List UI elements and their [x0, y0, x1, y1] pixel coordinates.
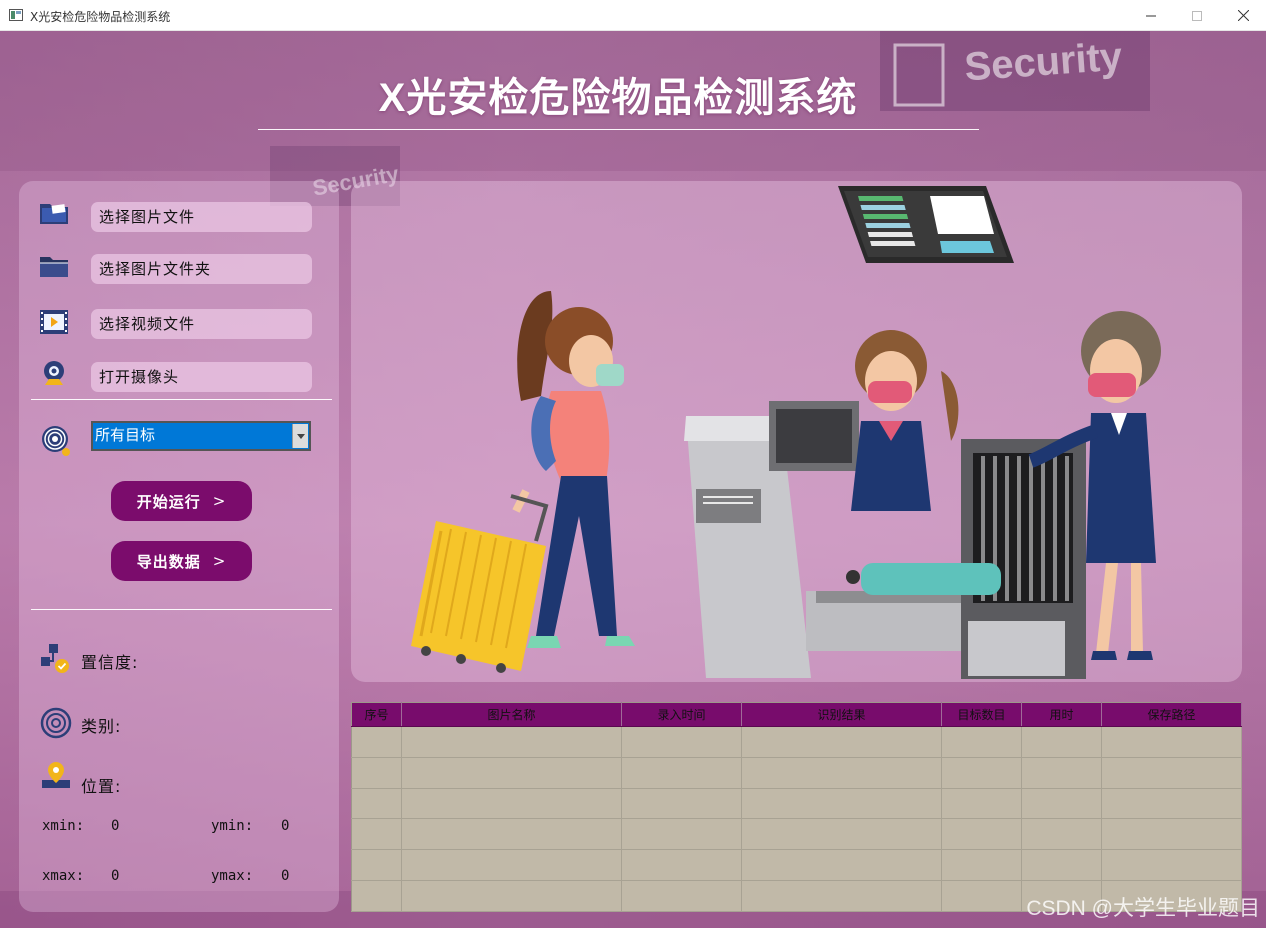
confidence-icon: [41, 644, 69, 673]
departure-board: [838, 186, 1014, 263]
category-icon: [40, 707, 72, 739]
export-data-button[interactable]: 导出数据 >: [111, 541, 252, 581]
chevron-right-icon: >: [212, 552, 227, 570]
ymin-label: ymin:: [211, 818, 254, 834]
ymax-label: ymax:: [211, 868, 254, 884]
column-header-target-count[interactable]: 目标数目: [941, 702, 1022, 727]
column-header-entry-time[interactable]: 录入时间: [621, 702, 742, 727]
window-titlebar: X光安检危险物品检测系统: [0, 0, 1266, 31]
column-header-save-path[interactable]: 保存路径: [1101, 702, 1242, 727]
start-run-button[interactable]: 开始运行 >: [111, 481, 252, 521]
category-label: 类别:: [81, 717, 122, 736]
select-folder-button[interactable]: 选择图片文件夹: [91, 254, 312, 284]
page-title: X光安检危险物品检测系统: [378, 76, 858, 120]
video-file-icon[interactable]: [39, 309, 69, 335]
close-button[interactable]: [1220, 0, 1266, 31]
position-label: 位置:: [81, 777, 122, 796]
xmin-value: 0: [111, 818, 120, 834]
location-pin-icon: [42, 762, 70, 788]
target-select-value: 所有目标: [95, 427, 156, 444]
select-image-button[interactable]: 选择图片文件: [91, 202, 312, 232]
start-run-label: 开始运行: [136, 492, 201, 511]
security-officer-1: [851, 330, 959, 511]
maximize-icon: [1192, 10, 1202, 21]
column-header-image-name[interactable]: 图片名称: [401, 702, 622, 727]
ymin-value: 0: [281, 818, 290, 834]
dropdown-arrow-icon[interactable]: [292, 424, 308, 448]
image-display-panel: [351, 181, 1242, 682]
column-header-result[interactable]: 识别结果: [741, 702, 942, 727]
table-row[interactable]: [351, 818, 1242, 851]
target-icon: [42, 426, 70, 456]
chevron-right-icon: >: [212, 492, 227, 510]
column-header-index[interactable]: 序号: [351, 702, 402, 727]
table-row[interactable]: [351, 788, 1242, 820]
minimize-button[interactable]: [1128, 0, 1174, 31]
security-checkpoint-illustration: [411, 186, 1161, 679]
webcam-icon[interactable]: [40, 359, 68, 387]
export-data-label: 导出数据: [136, 552, 201, 571]
window-title: X光安检危险物品检测系统: [30, 10, 171, 24]
folder-icon[interactable]: [38, 253, 70, 279]
title-underline: [258, 129, 979, 130]
column-header-elapsed[interactable]: 用时: [1021, 702, 1102, 727]
results-table[interactable]: 序号 图片名称 录入时间 识别结果 目标数目 用时 保存路径: [351, 702, 1242, 912]
minimize-icon: [1146, 15, 1156, 16]
csdn-watermark: CSDN @大学生毕业题目: [1026, 897, 1260, 920]
app-icon: [9, 9, 23, 21]
confidence-label: 置信度:: [81, 653, 139, 672]
table-row[interactable]: [351, 849, 1242, 882]
folder-image-icon[interactable]: [38, 200, 70, 226]
open-camera-button[interactable]: 打开摄像头: [91, 362, 312, 392]
maximize-button[interactable]: [1174, 0, 1220, 31]
table-row[interactable]: [351, 757, 1242, 789]
select-video-button[interactable]: 选择视频文件: [91, 309, 312, 339]
xmax-value: 0: [111, 868, 120, 884]
xmax-label: xmax:: [42, 868, 85, 884]
yellow-suitcase: [411, 494, 549, 673]
main-window-area: Security Security X光安检危险物品检测系统 选择图片文件 选择…: [0, 31, 1266, 928]
table-row[interactable]: [351, 726, 1242, 758]
ymax-value: 0: [281, 868, 290, 884]
xmin-label: xmin:: [42, 818, 85, 834]
close-icon: [1237, 10, 1249, 21]
sidebar-divider-1: [31, 399, 332, 400]
target-select[interactable]: 所有目标: [91, 421, 311, 451]
sidebar-divider-2: [31, 609, 332, 610]
table-header-row: 序号 图片名称 录入时间 识别结果 目标数目 用时 保存路径: [351, 702, 1242, 727]
